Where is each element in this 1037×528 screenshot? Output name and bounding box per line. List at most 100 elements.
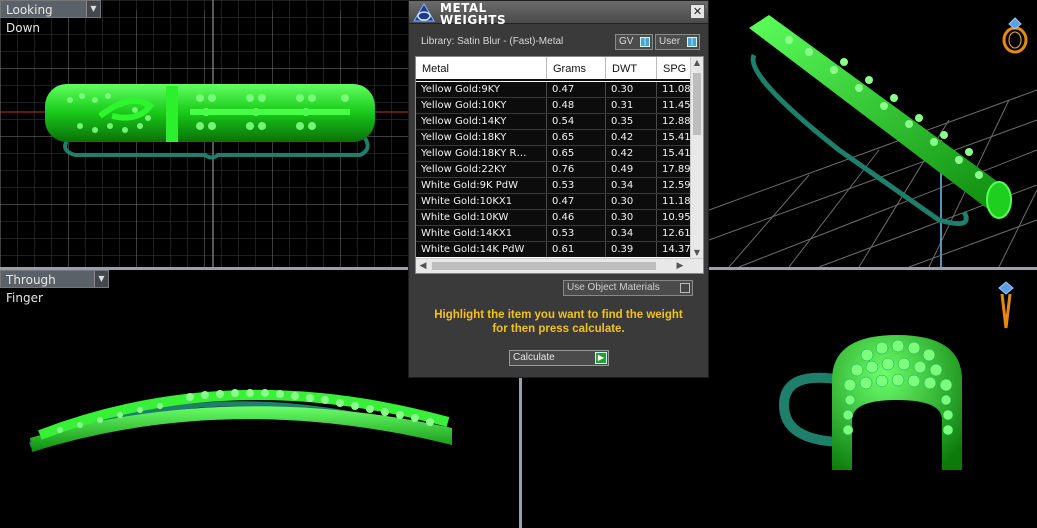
gv-toggle-label: GV — [619, 36, 634, 47]
toggle-indicator-icon — [680, 283, 690, 293]
cell-grams: 0.54 — [547, 114, 606, 129]
cell-grams: 0.48 — [547, 98, 606, 113]
scroll-right-icon[interactable]: ▶ — [673, 259, 687, 273]
ring-orientation-icon[interactable] — [999, 16, 1031, 56]
close-icon[interactable]: ✕ — [690, 4, 705, 19]
table-header: Metal Grams DWT SPG — [416, 57, 691, 81]
calculate-button[interactable]: Calculate ▶ — [509, 350, 609, 366]
cell-metal: Yellow Gold:14KY — [416, 114, 547, 129]
table-body: Yellow Gold:9KY 0.47 0.30 11.08 Yellow Gold:… — [416, 82, 691, 257]
user-toggle-label: User — [659, 36, 681, 47]
cell-metal: Yellow Gold:18KY — [416, 130, 547, 145]
cell-metal: White Gold:14KX1 — [416, 226, 547, 241]
cell-spg: 15.41 — [662, 132, 691, 143]
cell-metal: White Gold:14K PdW — [416, 242, 547, 257]
scroll-left-icon[interactable]: ◀ — [416, 259, 430, 273]
table-row[interactable]: White Gold:10KX1 0.47 0.30 11.18 — [416, 194, 691, 210]
cell-spg: 11.08 — [662, 84, 691, 95]
cell-metal: Yellow Gold:9KY — [416, 82, 547, 97]
cell-spg: 11.45 — [662, 100, 691, 111]
table-row[interactable]: White Gold:9K PdW 0.53 0.34 12.59 — [416, 178, 691, 194]
scrollbar-thumb[interactable] — [693, 73, 701, 135]
toggle-indicator-icon: | — [687, 37, 697, 47]
viewport-looking-down[interactable]: Looking Down ▼ — [0, 0, 408, 267]
table-row[interactable]: Yellow Gold:14KY 0.54 0.35 12.88 — [416, 114, 691, 130]
cell-metal: Yellow Gold:10KY — [416, 98, 547, 113]
gv-toggle[interactable]: GV | — [615, 34, 653, 50]
chevron-down-icon[interactable]: ▼ — [86, 1, 100, 17]
cell-grams: 0.65 — [547, 130, 606, 145]
cell-dwt: 0.30 — [606, 210, 657, 225]
calculate-button-label: Calculate — [513, 352, 555, 363]
table-row[interactable]: White Gold:14KX1 0.53 0.34 12.61 — [416, 226, 691, 242]
cell-dwt: 0.30 — [606, 82, 657, 97]
user-toggle[interactable]: User | — [655, 34, 700, 50]
scrollbar-thumb[interactable] — [432, 262, 656, 270]
cell-spg: 14.37 — [662, 244, 691, 255]
metal-weights-dialog: METAL WEIGHTS ✕ Library: Satin Blur - (F… — [408, 0, 709, 378]
chevron-down-icon[interactable]: ▼ — [94, 271, 108, 287]
viewport-top-right-scene — [709, 15, 1037, 267]
dialog-title-bar[interactable]: METAL WEIGHTS ✕ — [409, 1, 708, 27]
cell-dwt: 0.49 — [606, 162, 657, 177]
viewport-label-through-finger[interactable]: Through Finger ▼ — [0, 270, 109, 305]
cell-dwt: 0.39 — [606, 242, 657, 257]
cell-metal: White Gold:10KW — [416, 210, 547, 225]
library-label: Library: Satin Blur - (Fast)-Metal — [421, 36, 564, 47]
cell-grams: 0.53 — [547, 178, 606, 193]
play-arrow-icon: ▶ — [595, 352, 607, 364]
cell-dwt: 0.34 — [606, 178, 657, 193]
table-row[interactable]: Yellow Gold:18KY R… 0.65 0.42 15.41 — [416, 146, 691, 162]
viewport-label-looking-down[interactable]: Looking Down ▼ — [0, 0, 101, 35]
horizontal-scrollbar[interactable]: ◀ ▶ — [416, 258, 703, 273]
column-header-metal[interactable]: Metal — [416, 57, 547, 79]
cell-grams: 0.61 — [547, 242, 606, 257]
column-header-grams[interactable]: Grams — [547, 57, 606, 79]
cell-spg: 12.88 — [662, 116, 691, 127]
cell-dwt: 0.30 — [606, 194, 657, 209]
table-row[interactable]: White Gold:14K PdW 0.61 0.39 14.37 — [416, 242, 691, 257]
table-row[interactable]: Yellow Gold:18KY 0.65 0.42 15.41 — [416, 130, 691, 146]
viewport-perspective[interactable] — [709, 0, 1037, 267]
cell-grams: 0.47 — [547, 82, 606, 97]
instruction-line-2: for then press calculate. — [492, 323, 625, 335]
cell-dwt: 0.42 — [606, 146, 657, 161]
dialog-title: METAL WEIGHTS — [440, 1, 507, 27]
table-row[interactable]: Yellow Gold:22KY 0.76 0.49 17.89 — [416, 162, 691, 178]
cell-metal: White Gold:9K PdW — [416, 178, 547, 193]
cell-spg: 12.59 — [662, 180, 691, 191]
cell-grams: 0.65 — [547, 146, 606, 161]
cell-metal: Yellow Gold:18KY R… — [416, 146, 547, 161]
scroll-up-icon[interactable]: ▲ — [691, 57, 703, 69]
cell-spg: 17.89 — [662, 164, 691, 175]
cell-grams: 0.47 — [547, 194, 606, 209]
cell-grams: 0.53 — [547, 226, 606, 241]
use-object-materials-label: Use Object Materials — [567, 282, 660, 293]
instruction-line-1: Highlight the item you want to find the … — [434, 309, 683, 321]
side-view-orientation-icon[interactable] — [995, 280, 1017, 332]
cell-metal: Yellow Gold:22KY — [416, 162, 547, 177]
cell-dwt: 0.31 — [606, 98, 657, 113]
viewport-top-left-scene — [0, 0, 408, 267]
cell-dwt: 0.42 — [606, 130, 657, 145]
matrix-logo-icon — [413, 3, 435, 22]
cell-dwt: 0.34 — [606, 226, 657, 241]
table-row[interactable]: White Gold:10KW 0.46 0.30 10.95 — [416, 210, 691, 226]
cell-metal: White Gold:10KX1 — [416, 194, 547, 209]
cell-spg: 12.61 — [662, 228, 691, 239]
use-object-materials-toggle[interactable]: Use Object Materials — [563, 280, 693, 296]
vertical-scrollbar[interactable]: ▲ ▼ — [690, 57, 703, 259]
cell-dwt: 0.35 — [606, 114, 657, 129]
cell-spg: 11.18 — [662, 196, 691, 207]
metal-weights-table[interactable]: Metal Grams DWT SPG Yellow Gold:9KY 0.47 0… — [415, 56, 704, 274]
table-row[interactable]: Yellow Gold:10KY 0.48 0.31 11.45 — [416, 98, 691, 114]
column-header-spg[interactable]: SPG — [657, 57, 691, 79]
cell-grams: 0.46 — [547, 210, 606, 225]
instruction-text: Highlight the item you want to find the … — [409, 308, 708, 336]
table-row[interactable]: Yellow Gold:9KY 0.47 0.30 11.08 — [416, 82, 691, 98]
cell-spg: 15.41 — [662, 148, 691, 159]
toggle-indicator-icon: | — [640, 37, 650, 47]
column-header-dwt[interactable]: DWT — [606, 57, 657, 79]
cell-grams: 0.76 — [547, 162, 606, 177]
cell-spg: 10.95 — [662, 212, 691, 223]
